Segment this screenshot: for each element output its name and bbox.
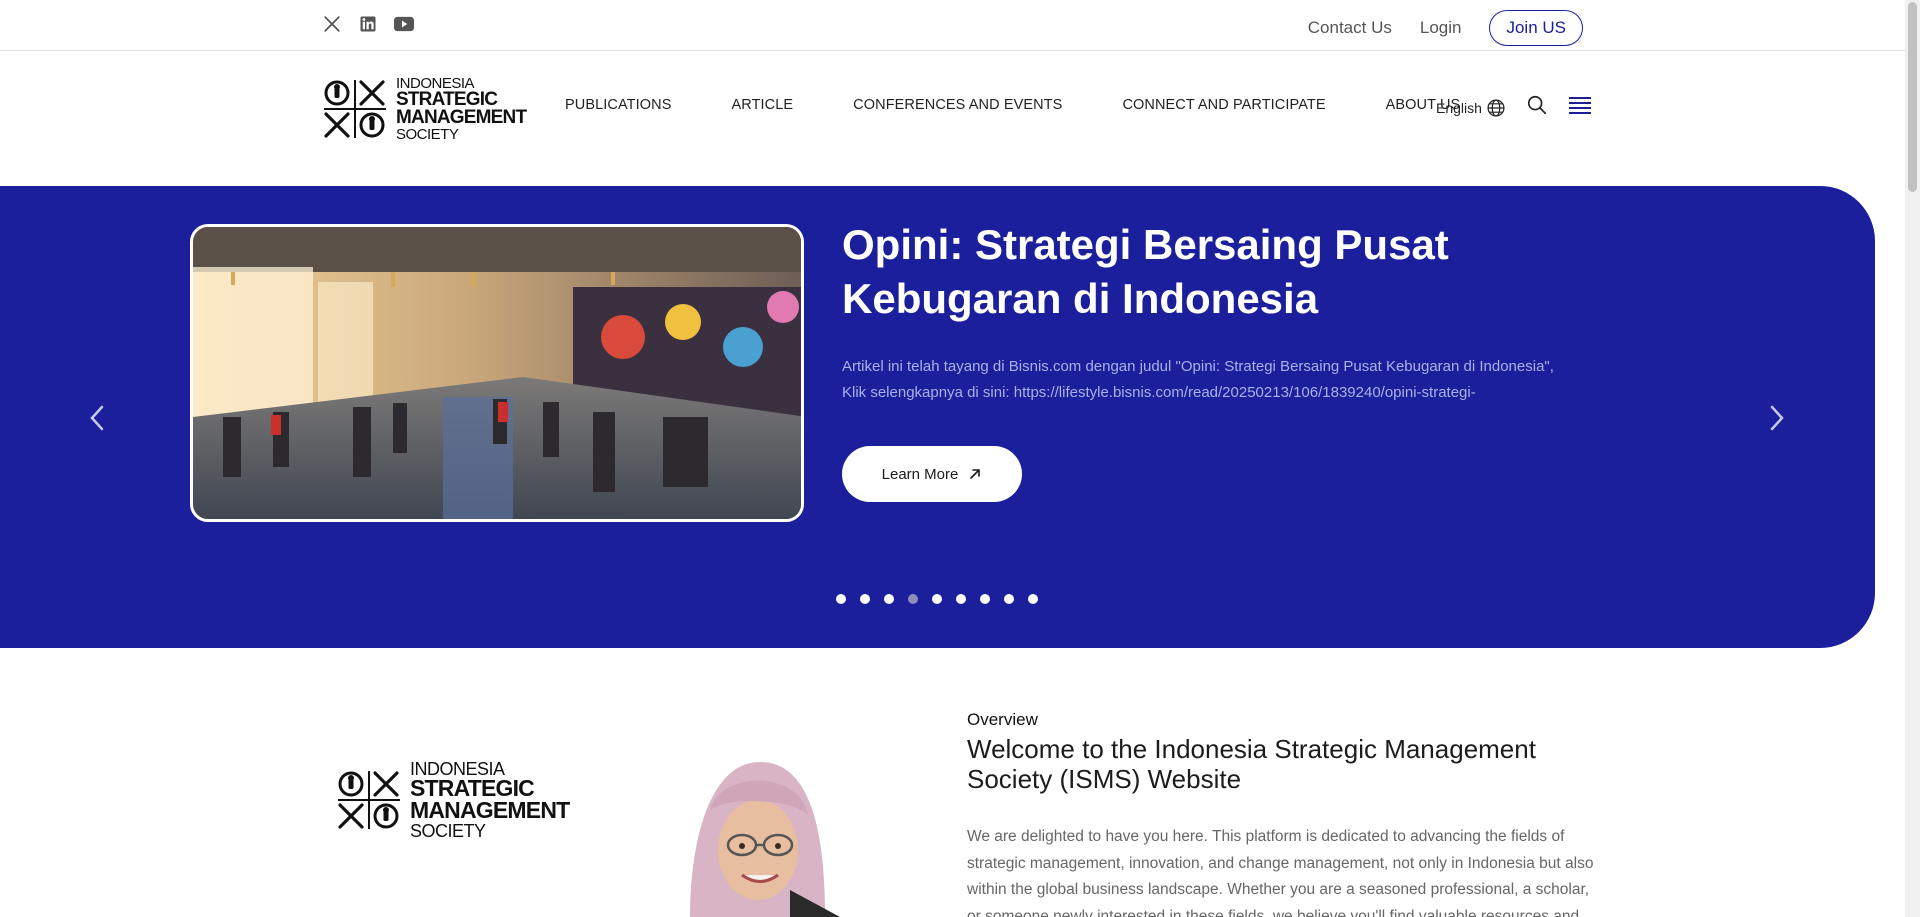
logo-text: INDONESIA STRATEGIC MANAGEMENT SOCIETY xyxy=(396,76,527,144)
logo-line-4: SOCIETY xyxy=(396,126,459,144)
page-scrollbar[interactable] xyxy=(1905,0,1920,917)
chairperson-portrait xyxy=(680,750,840,917)
next-slide-chevron-right-icon[interactable] xyxy=(1768,404,1786,437)
logo-line-3: MANAGEMENT xyxy=(396,107,527,129)
slide-dot[interactable] xyxy=(956,594,966,604)
overview-title: Welcome to the Indonesia Strategic Manag… xyxy=(967,734,1536,794)
overview-text: We are delighted to have you here. This … xyxy=(967,828,1594,917)
search-icon[interactable] xyxy=(1526,94,1548,121)
join-us-button[interactable]: Join US xyxy=(1489,10,1583,46)
learn-more-button[interactable]: Learn More xyxy=(842,446,1022,502)
logo-mark-icon xyxy=(338,770,400,829)
prev-slide-chevron-left-icon[interactable] xyxy=(88,404,106,437)
nav-article[interactable]: ARTICLE xyxy=(731,97,793,113)
hero-title: Opini: Strategi Bersaing Pusat Kebugaran… xyxy=(842,221,1449,322)
linkedin-icon[interactable] xyxy=(358,14,378,34)
primary-nav: PUBLICATIONS ARTICLE CONFERENCES AND EVE… xyxy=(565,97,1520,113)
main-nav: INDONESIA STRATEGIC MANAGEMENT SOCIETY P… xyxy=(0,52,1905,186)
site-logo[interactable]: INDONESIA STRATEGIC MANAGEMENT SOCIETY xyxy=(322,76,527,144)
x-icon[interactable] xyxy=(322,14,342,34)
overview-label: Overview xyxy=(967,710,1038,729)
language-label: English xyxy=(1436,99,1482,116)
youtube-icon[interactable] xyxy=(394,14,414,34)
nav-connect-participate[interactable]: CONNECT AND PARTICIPATE xyxy=(1122,97,1325,113)
hero-slider: Opini: Strategi Bersaing Pusat Kebugaran… xyxy=(0,186,1875,648)
learn-more-label: Learn More xyxy=(881,465,959,483)
logo-mark-icon xyxy=(324,80,386,139)
nav-tools: English xyxy=(1436,94,1592,121)
login-link[interactable]: Login xyxy=(1420,18,1462,38)
nav-conferences-events[interactable]: CONFERENCES AND EVENTS xyxy=(853,97,1062,113)
top-bar: Contact Us Login Join US xyxy=(0,0,1905,51)
slide-dot[interactable] xyxy=(836,594,846,604)
slide-dot-active[interactable] xyxy=(908,594,918,604)
top-links: Contact Us Login Join US xyxy=(1308,10,1583,46)
hero-image[interactable] xyxy=(190,224,804,522)
slide-dot[interactable] xyxy=(1004,594,1014,604)
logo-line-4: SOCIETY xyxy=(410,820,486,841)
nav-publications[interactable]: PUBLICATIONS xyxy=(565,97,671,113)
scrollbar-thumb[interactable] xyxy=(1908,2,1917,192)
hamburger-menu-icon[interactable] xyxy=(1568,94,1592,121)
slide-dot[interactable] xyxy=(884,594,894,604)
slide-dot[interactable] xyxy=(932,594,942,604)
language-selector[interactable]: English xyxy=(1436,98,1506,118)
logo-line-3: MANAGEMENT xyxy=(410,796,570,823)
slide-indicators xyxy=(836,594,1038,604)
slide-dot[interactable] xyxy=(860,594,870,604)
hero-description: Artikel ini telah tayang di Bisnis.com d… xyxy=(842,358,1554,401)
social-links xyxy=(322,14,414,34)
contact-us-link[interactable]: Contact Us xyxy=(1308,18,1392,38)
globe-icon xyxy=(1487,98,1505,117)
slide-dot[interactable] xyxy=(1028,594,1038,604)
overview-logo-text: INDONESIA STRATEGIC MANAGEMENT SOCIETY xyxy=(410,760,570,841)
arrow-up-right-icon xyxy=(970,469,981,479)
overview-logo: INDONESIA STRATEGIC MANAGEMENT SOCIETY xyxy=(336,760,570,841)
slide-dot[interactable] xyxy=(980,594,990,604)
